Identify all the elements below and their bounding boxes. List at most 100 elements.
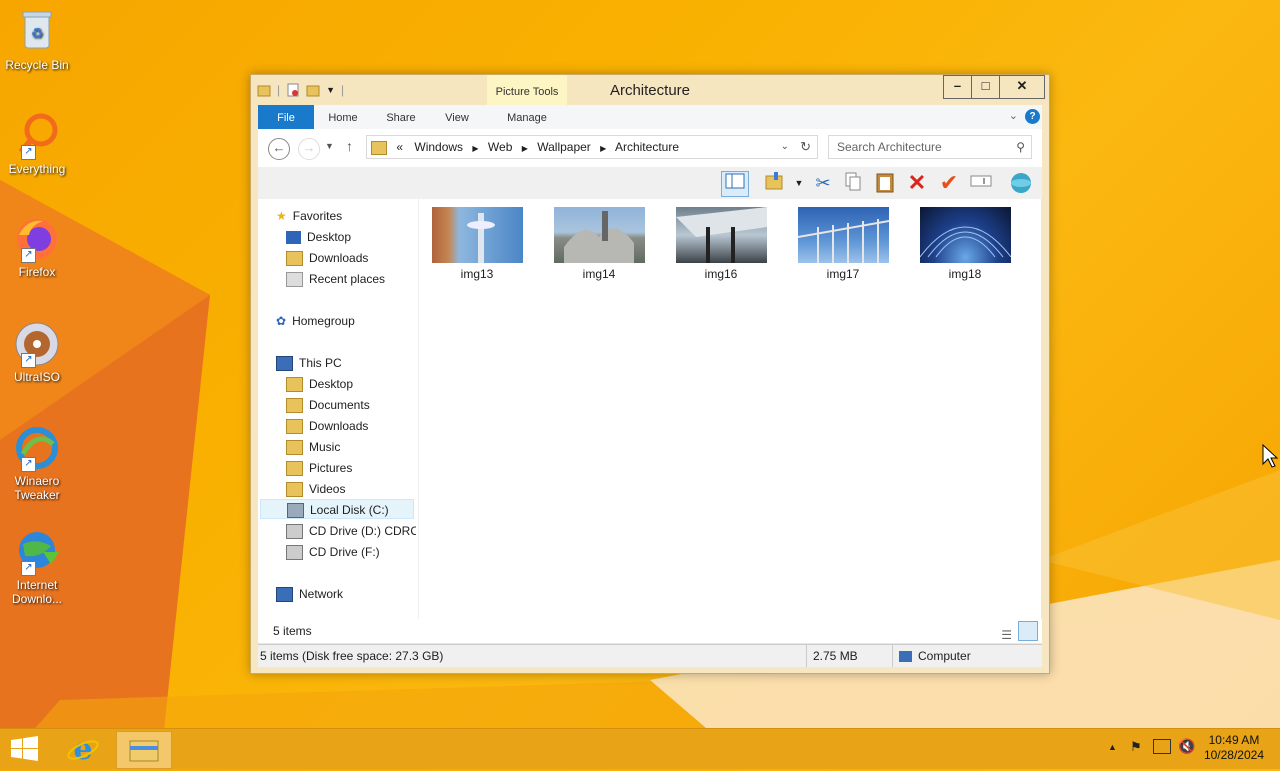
shortcut-arrow-icon: ↗ xyxy=(21,457,36,472)
checkmark-icon[interactable]: ✔ xyxy=(936,171,962,195)
file-thumbnail[interactable]: img16 xyxy=(675,207,767,281)
desktop-icon-label: Firefox xyxy=(18,265,56,279)
nav-label: Favorites xyxy=(292,209,343,223)
file-name: img13 xyxy=(460,267,494,281)
tab-file[interactable]: File xyxy=(258,105,314,129)
tab-share[interactable]: Share xyxy=(378,105,424,129)
cd-drive-icon xyxy=(286,524,303,540)
everything-search-icon: ↗ xyxy=(13,112,61,160)
large-icons-view-icon[interactable] xyxy=(1018,621,1038,641)
preview-pane-button[interactable] xyxy=(721,171,749,197)
minimize-button[interactable]: – xyxy=(943,75,972,99)
expand-ribbon-chevron-icon[interactable]: ⌄ xyxy=(1009,109,1018,122)
computer-icon xyxy=(899,651,912,663)
file-thumbnail[interactable]: img14 xyxy=(553,207,645,281)
desktop-icon-label: Internet Downlo... xyxy=(11,578,63,606)
desktop-icon-label: UltraISO xyxy=(13,370,60,384)
breadcrumb[interactable]: « Windows ▶ Web ▶ Wallpaper ▶ Architectu… xyxy=(366,135,818,159)
navigation-pane: ★ Favorites Desktop Downloads Recent plac… xyxy=(258,199,419,619)
recycle-bin-icon: ♻ xyxy=(13,8,61,56)
help-icon[interactable]: ? xyxy=(1025,109,1040,124)
breadcrumb-item[interactable]: Architecture xyxy=(615,140,679,154)
clock-time: 10:49 AM xyxy=(1208,733,1260,747)
mouse-cursor-icon xyxy=(1262,444,1278,468)
hard-drive-icon xyxy=(287,503,304,518)
delete-icon[interactable]: ✕ xyxy=(904,171,930,195)
start-button[interactable] xyxy=(0,731,54,767)
file-thumbnail[interactable]: img18 xyxy=(919,207,1011,281)
copy-icon[interactable] xyxy=(840,171,866,195)
folder-icon xyxy=(286,461,303,477)
desktop-icon-internet-download-manager[interactable]: ↗ Internet Downlo... xyxy=(4,528,70,606)
nav-favorites[interactable]: ★ Favorites xyxy=(276,206,434,226)
file-thumbnail[interactable]: img17 xyxy=(797,207,889,281)
close-button[interactable]: ✕ xyxy=(999,75,1045,99)
up-button[interactable]: ↑ xyxy=(346,138,353,154)
network-icon xyxy=(276,587,293,603)
nav-pc-cd-drive-f[interactable]: CD Drive (F:) xyxy=(286,542,416,562)
breadcrumb-item[interactable]: Windows xyxy=(414,140,463,154)
breadcrumb-item[interactable]: Web xyxy=(488,140,512,154)
chevron-right-icon[interactable]: ▶ xyxy=(522,144,528,153)
svg-text:♻: ♻ xyxy=(31,26,44,42)
search-input[interactable]: Search Architecture ⚲ xyxy=(828,135,1032,159)
chevron-right-icon[interactable]: ▶ xyxy=(600,144,606,153)
desktop-icon-winaero-tweaker[interactable]: ↗ Winaero Tweaker xyxy=(4,424,70,502)
cut-icon[interactable]: ✂ xyxy=(810,171,836,195)
nav-label: Videos xyxy=(309,482,346,496)
forward-button[interactable]: → xyxy=(298,138,320,160)
status-location-label: Computer xyxy=(918,649,971,663)
globe-icon[interactable] xyxy=(1008,171,1034,195)
downloads-folder-icon xyxy=(286,251,303,267)
title-bar[interactable]: | ▼ | Picture Tools Architecture – □ ✕ xyxy=(251,75,1049,106)
nav-label: CD Drive (F:) xyxy=(309,545,380,559)
desktop-icon-firefox[interactable]: ↗ Firefox xyxy=(4,215,70,279)
nav-homegroup[interactable]: ✿ Homegroup xyxy=(276,311,434,331)
paste-icon[interactable] xyxy=(872,171,898,195)
show-hidden-icons-chevron-icon[interactable]: ▲ xyxy=(1108,742,1117,752)
image-thumbnail xyxy=(675,207,767,263)
network-tray-icon[interactable] xyxy=(1153,739,1171,754)
file-thumbnail[interactable]: img13 xyxy=(431,207,523,281)
nav-pc-cd-drive-d[interactable]: CD Drive (D:) CDROM xyxy=(286,521,416,541)
image-thumbnail xyxy=(919,207,1011,263)
desktop-icon-everything[interactable]: ↗ Everything xyxy=(4,112,70,176)
maximize-button[interactable]: □ xyxy=(971,75,1000,99)
chevron-right-icon[interactable]: ▶ xyxy=(472,144,478,153)
tab-view[interactable]: View xyxy=(434,105,480,129)
item-count: 5 items xyxy=(273,624,312,638)
rename-icon[interactable] xyxy=(968,171,994,195)
cd-drive-icon xyxy=(286,545,303,561)
desktop-icon-recycle-bin[interactable]: ♻ Recycle Bin xyxy=(4,8,70,72)
globe-download-icon: ↗ xyxy=(13,528,61,576)
status-disk-space: 5 items (Disk free space: 27.3 GB) xyxy=(260,649,444,663)
clock-date: 10/28/2024 xyxy=(1203,748,1264,762)
image-thumbnail xyxy=(553,207,645,263)
volume-muted-icon[interactable]: 🔇 xyxy=(1178,738,1195,755)
back-button[interactable]: ← xyxy=(268,138,290,160)
nav-label: CD Drive (D:) CDROM xyxy=(309,524,416,538)
recent-locations-chevron-icon[interactable]: ▼ xyxy=(325,141,334,151)
clock[interactable]: 10:49 AM 10/28/2024 xyxy=(1204,733,1264,763)
nav-label: Recent places xyxy=(309,272,386,286)
nav-this-pc[interactable]: This PC xyxy=(276,353,434,373)
ultraiso-disc-icon: ↗ xyxy=(13,320,61,368)
window-title: Architecture xyxy=(609,82,691,99)
refresh-icon[interactable]: ↻ xyxy=(800,136,811,158)
nav-label: Desktop xyxy=(307,230,352,244)
folder-icon xyxy=(286,377,303,393)
address-dropdown-chevron-icon[interactable]: ⌄ xyxy=(781,136,789,158)
chevron-down-icon[interactable]: ▼ xyxy=(786,171,812,195)
nav-pc-local-disk[interactable]: Local Disk (C:) xyxy=(260,499,414,519)
file-explorer-taskbar-icon[interactable] xyxy=(116,731,172,769)
breadcrumb-item[interactable]: Wallpaper xyxy=(537,140,591,154)
nav-network[interactable]: Network xyxy=(276,584,434,604)
internet-explorer-taskbar-icon[interactable]: e xyxy=(56,731,110,767)
desktop-icon-ultraiso[interactable]: ↗ UltraISO xyxy=(4,320,70,384)
breadcrumb-overflow[interactable]: « xyxy=(396,140,403,154)
status-location: Computer xyxy=(892,645,971,667)
action-center-flag-icon[interactable]: ⚑ xyxy=(1130,739,1142,755)
tab-home[interactable]: Home xyxy=(320,105,366,129)
properties-folder-icon[interactable] xyxy=(762,171,788,195)
tab-manage[interactable]: Manage xyxy=(494,105,560,129)
